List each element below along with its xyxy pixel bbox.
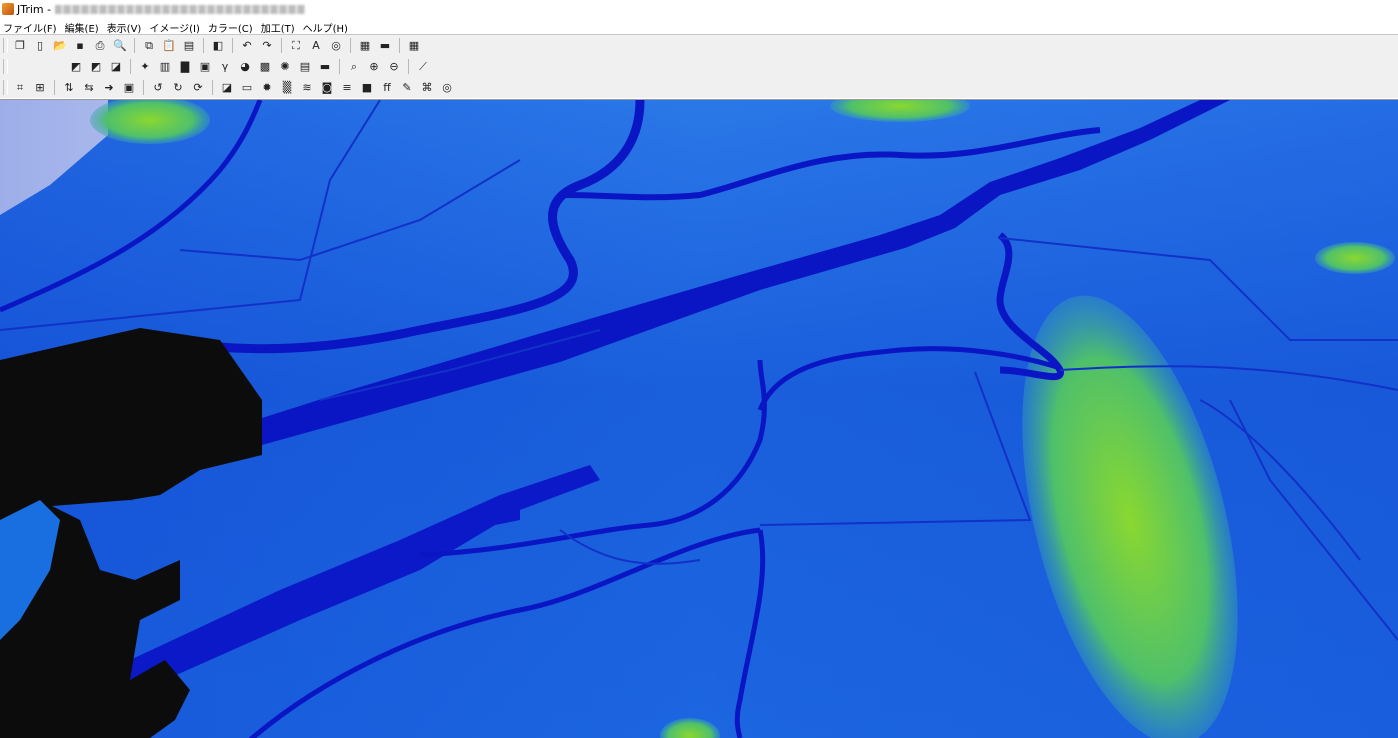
hsv-icon[interactable]: ▤ bbox=[297, 59, 313, 75]
flip-v-icon[interactable]: ⇅ bbox=[61, 80, 77, 96]
menu-color[interactable]: カラー(C) bbox=[205, 18, 258, 35]
tile-icon[interactable]: ▦ bbox=[357, 38, 373, 54]
rotate-right-icon[interactable]: ↻ bbox=[170, 80, 186, 96]
toolbar-color: ◩ ◩ ◪ ✦ ▥ ▇ ▣ γ ◕ ▩ ✺ ▤ ▬ ⌕ ⊕ ⊖ ⟋ bbox=[0, 56, 1398, 77]
shadow-icon[interactable]: ◪ bbox=[219, 80, 235, 96]
color-balance-icon[interactable]: ◕ bbox=[237, 59, 253, 75]
toolbar-main: ❐ ▯ 📂 ▪ ⎙ 🔍 ⧉ 📋 ▤ ◧ ↶ ↷ ⛶ A ◎ ▦ ▬ ▦ bbox=[0, 35, 1398, 56]
strip-icon[interactable]: ▬ bbox=[377, 38, 393, 54]
blur-icon[interactable]: ✹ bbox=[259, 80, 275, 96]
zoom-out-icon[interactable]: ⊖ bbox=[386, 59, 402, 75]
rgb-icon[interactable]: ✺ bbox=[277, 59, 293, 75]
spiral-icon[interactable]: ◎ bbox=[439, 80, 455, 96]
filter-ff-icon[interactable]: ff bbox=[379, 80, 395, 96]
wave-icon[interactable]: ≋ bbox=[299, 80, 315, 96]
toolbar-separator bbox=[339, 59, 340, 74]
toolbar-separator bbox=[143, 80, 144, 95]
grid-view-icon[interactable]: ▦ bbox=[406, 38, 422, 54]
pen-icon[interactable]: ✎ bbox=[399, 80, 415, 96]
menu-help[interactable]: ヘルプ(H) bbox=[300, 18, 353, 35]
new-icon[interactable]: ▯ bbox=[32, 38, 48, 54]
title-bar: JTrim - bbox=[0, 0, 1398, 18]
open-icon[interactable]: 📂 bbox=[52, 38, 68, 54]
resize-icon[interactable]: ⊞ bbox=[32, 80, 48, 96]
menu-process[interactable]: 加工(T) bbox=[258, 18, 300, 35]
text-icon[interactable]: A bbox=[308, 38, 324, 54]
toolbar-separator bbox=[212, 80, 213, 95]
toolbar-separator bbox=[281, 38, 282, 53]
toolbar-separator bbox=[350, 38, 351, 53]
menu-bar: ファイル(F) 編集(E) 表示(V) イメージ(I) カラー(C) 加工(T)… bbox=[0, 18, 1398, 35]
frame-icon[interactable]: ▣ bbox=[121, 80, 137, 96]
flip-h-icon[interactable]: ⇆ bbox=[81, 80, 97, 96]
monochrome-icon[interactable]: ▬ bbox=[317, 59, 333, 75]
window-title: JTrim - bbox=[17, 2, 52, 16]
invert-icon[interactable]: ◪ bbox=[108, 59, 124, 75]
sepia-icon[interactable]: ◩ bbox=[88, 59, 104, 75]
gradient-icon[interactable]: ▥ bbox=[157, 59, 173, 75]
histogram-icon[interactable]: ▇ bbox=[177, 59, 193, 75]
crop-icon[interactable]: ⌗ bbox=[12, 80, 28, 96]
mosaic-color-icon[interactable]: ▩ bbox=[257, 59, 273, 75]
image-canvas[interactable] bbox=[0, 99, 1398, 738]
noise-icon[interactable]: ▒ bbox=[279, 80, 295, 96]
green-hill-northeast bbox=[1315, 242, 1395, 274]
blurred-file-path bbox=[55, 4, 306, 14]
gamma-icon[interactable]: γ bbox=[217, 59, 233, 75]
app-icon bbox=[2, 3, 14, 15]
toolbar-grip[interactable] bbox=[3, 59, 8, 74]
toolbar-grip[interactable] bbox=[3, 38, 8, 53]
print-preview-icon[interactable]: 🔍 bbox=[112, 38, 128, 54]
brush-icon[interactable]: ⌘ bbox=[419, 80, 435, 96]
pick-icon[interactable]: ◎ bbox=[328, 38, 344, 54]
square-icon[interactable]: ■ bbox=[359, 80, 375, 96]
menu-file[interactable]: ファイル(F) bbox=[0, 18, 62, 35]
undo-icon[interactable]: ↶ bbox=[239, 38, 255, 54]
stamp-icon[interactable]: ◙ bbox=[319, 80, 335, 96]
toolbar-separator bbox=[408, 59, 409, 74]
fit-icon[interactable]: ⛶ bbox=[288, 38, 304, 54]
terrain-image bbox=[0, 100, 1398, 738]
menu-edit[interactable]: 編集(E) bbox=[62, 18, 104, 35]
toolbar-separator bbox=[130, 59, 131, 74]
menu-view[interactable]: 表示(V) bbox=[104, 18, 147, 35]
scan-icon[interactable]: ◧ bbox=[210, 38, 226, 54]
auto-level-icon[interactable]: ✦ bbox=[137, 59, 153, 75]
save-icon[interactable]: ▪ bbox=[72, 38, 88, 54]
eyedropper-icon[interactable]: ⟋ bbox=[415, 59, 431, 75]
toolbar-separator bbox=[399, 38, 400, 53]
rotate-arrow-icon[interactable]: ➜ bbox=[101, 80, 117, 96]
print-icon[interactable]: ⎙ bbox=[92, 38, 108, 54]
menu-image[interactable]: イメージ(I) bbox=[146, 18, 205, 35]
toolbar-effects: ⌗ ⊞ ⇅ ⇆ ➜ ▣ ↺ ↻ ⟳ ◪ ▭ ✹ ▒ ≋ ◙ ≡ ■ ff ✎ ⌘ ◎ bbox=[0, 77, 1398, 98]
toolbar-grip[interactable] bbox=[3, 80, 8, 95]
toolbar-separator bbox=[232, 38, 233, 53]
toolbar-separator bbox=[134, 38, 135, 53]
emboss-icon[interactable]: ▭ bbox=[239, 80, 255, 96]
toolbar-separator bbox=[203, 38, 204, 53]
image-stats-icon[interactable]: ▣ bbox=[197, 59, 213, 75]
rotate-custom-icon[interactable]: ⟳ bbox=[190, 80, 206, 96]
grayscale-icon[interactable]: ◩ bbox=[68, 59, 84, 75]
zoom-icon[interactable]: ⌕ bbox=[346, 59, 362, 75]
paste-new-icon[interactable]: ▤ bbox=[181, 38, 197, 54]
zoom-in-icon[interactable]: ⊕ bbox=[366, 59, 382, 75]
copy-icon[interactable]: ⧉ bbox=[141, 38, 157, 54]
toolbar-separator bbox=[54, 80, 55, 95]
lines-icon[interactable]: ≡ bbox=[339, 80, 355, 96]
paste-icon[interactable]: 📋 bbox=[161, 38, 177, 54]
rotate-left-icon[interactable]: ↺ bbox=[150, 80, 166, 96]
redo-icon[interactable]: ↷ bbox=[259, 38, 275, 54]
new-window-icon[interactable]: ❐ bbox=[12, 38, 28, 54]
